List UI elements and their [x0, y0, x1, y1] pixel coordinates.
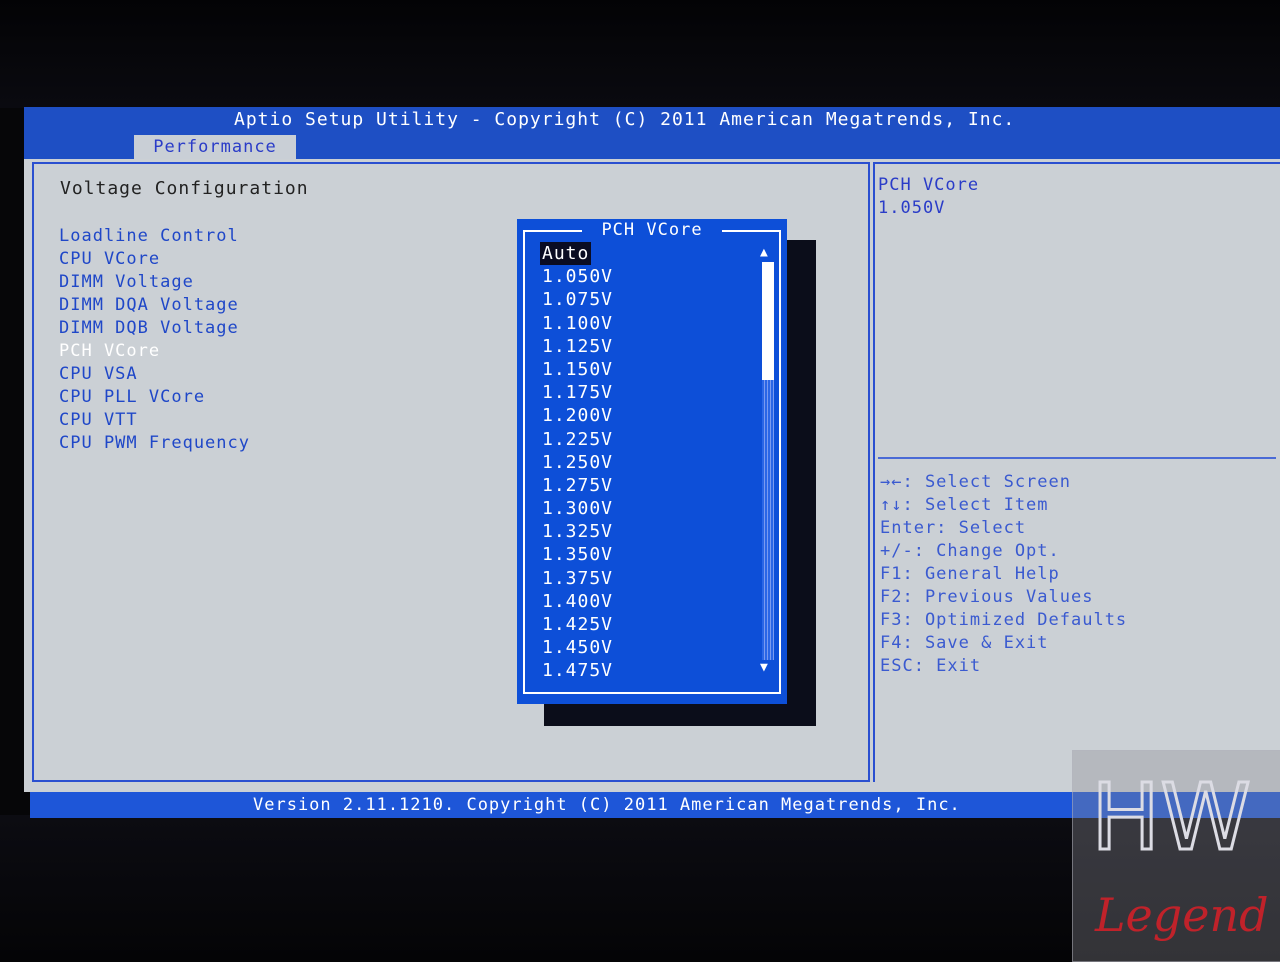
option-1-375v[interactable]: 1.375V: [540, 567, 615, 590]
option-list: Auto 1.050V 1.075V 1.100V 1.125V 1.150V …: [540, 242, 615, 683]
option-1-300v[interactable]: 1.300V: [540, 497, 615, 520]
option-1-475v[interactable]: 1.475V: [540, 659, 615, 682]
watermark-logo-icon: HW Legend: [1090, 763, 1269, 943]
scroll-down-icon[interactable]: ▼: [760, 660, 768, 675]
scroll-up-icon[interactable]: ▲: [760, 245, 768, 260]
option-1-100v[interactable]: 1.100V: [540, 312, 615, 335]
menu-item-cpu-vsa[interactable]: CPU VSA: [59, 363, 250, 386]
key-hint-general-help: F1: General Help: [880, 564, 1060, 584]
option-1-125v[interactable]: 1.125V: [540, 335, 615, 358]
option-1-325v[interactable]: 1.325V: [540, 520, 615, 543]
option-1-200v[interactable]: 1.200V: [540, 404, 615, 427]
voltage-menu: Loadline Control CPU VCore DIMM Voltage …: [59, 225, 250, 455]
key-hint-previous-values: F2: Previous Values: [880, 587, 1094, 607]
key-hint-enter: Enter: Select: [880, 518, 1027, 538]
key-hint-optimized-defaults: F3: Optimized Defaults: [880, 610, 1128, 630]
watermark-hw: HW: [1091, 764, 1251, 871]
tab-performance[interactable]: Performance: [134, 135, 296, 159]
bios-screen: Aptio Setup Utility - Copyright (C) 2011…: [0, 0, 1280, 962]
menu-item-cpu-vcore[interactable]: CPU VCore: [59, 248, 250, 271]
menu-item-loadline-control[interactable]: Loadline Control: [59, 225, 250, 248]
menu-item-dimm-voltage[interactable]: DIMM Voltage: [59, 271, 250, 294]
watermark-logo: HW Legend: [1072, 750, 1280, 962]
version-text: Version 2.11.1210. Copyright (C) 2011 Am…: [253, 795, 961, 815]
option-1-350v[interactable]: 1.350V: [540, 543, 615, 566]
option-1-075v[interactable]: 1.075V: [540, 288, 615, 311]
key-hint-select-screen: →←: Select Screen: [880, 472, 1071, 492]
option-1-425v[interactable]: 1.425V: [540, 613, 615, 636]
help-divider: [878, 457, 1276, 459]
window-title: Aptio Setup Utility - Copyright (C) 2011…: [234, 109, 1016, 130]
menu-item-dimm-dqa-voltage[interactable]: DIMM DQA Voltage: [59, 294, 250, 317]
option-1-250v[interactable]: 1.250V: [540, 451, 615, 474]
popup-title: PCH VCore: [582, 219, 722, 242]
help-text: PCH VCore 1.050V: [878, 174, 979, 220]
popup-scrollbar-thumb[interactable]: [762, 262, 774, 380]
option-auto[interactable]: Auto: [540, 242, 592, 266]
option-1-150v[interactable]: 1.150V: [540, 358, 615, 381]
option-1-225v[interactable]: 1.225V: [540, 428, 615, 451]
option-1-450v[interactable]: 1.450V: [540, 636, 615, 659]
key-hint-change-opt: +/-: Change Opt.: [880, 541, 1060, 561]
menu-item-cpu-pwm-frequency[interactable]: CPU PWM Frequency: [59, 432, 250, 455]
monitor-bezel-top: [0, 0, 1280, 108]
menu-item-dimm-dqb-voltage[interactable]: DIMM DQB Voltage: [59, 317, 250, 340]
section-title: Voltage Configuration: [60, 178, 309, 199]
key-hint-save-exit: F4: Save & Exit: [880, 633, 1049, 653]
option-1-400v[interactable]: 1.400V: [540, 590, 615, 613]
option-1-050v[interactable]: 1.050V: [540, 265, 615, 288]
menu-item-cpu-pll-vcore[interactable]: CPU PLL VCore: [59, 386, 250, 409]
menu-item-cpu-vtt[interactable]: CPU VTT: [59, 409, 250, 432]
watermark-legend: Legend: [1094, 888, 1269, 942]
help-value: 1.050V: [878, 198, 946, 218]
menu-item-pch-vcore[interactable]: PCH VCore: [59, 340, 250, 363]
option-1-175v[interactable]: 1.175V: [540, 381, 615, 404]
key-legend: →←: Select Screen ↑↓: Select Item Enter:…: [880, 471, 1127, 678]
key-hint-select-item: ↑↓: Select Item: [880, 495, 1049, 515]
option-1-275v[interactable]: 1.275V: [540, 474, 615, 497]
key-hint-exit: ESC: Exit: [880, 656, 982, 676]
help-title: PCH VCore: [878, 175, 980, 195]
